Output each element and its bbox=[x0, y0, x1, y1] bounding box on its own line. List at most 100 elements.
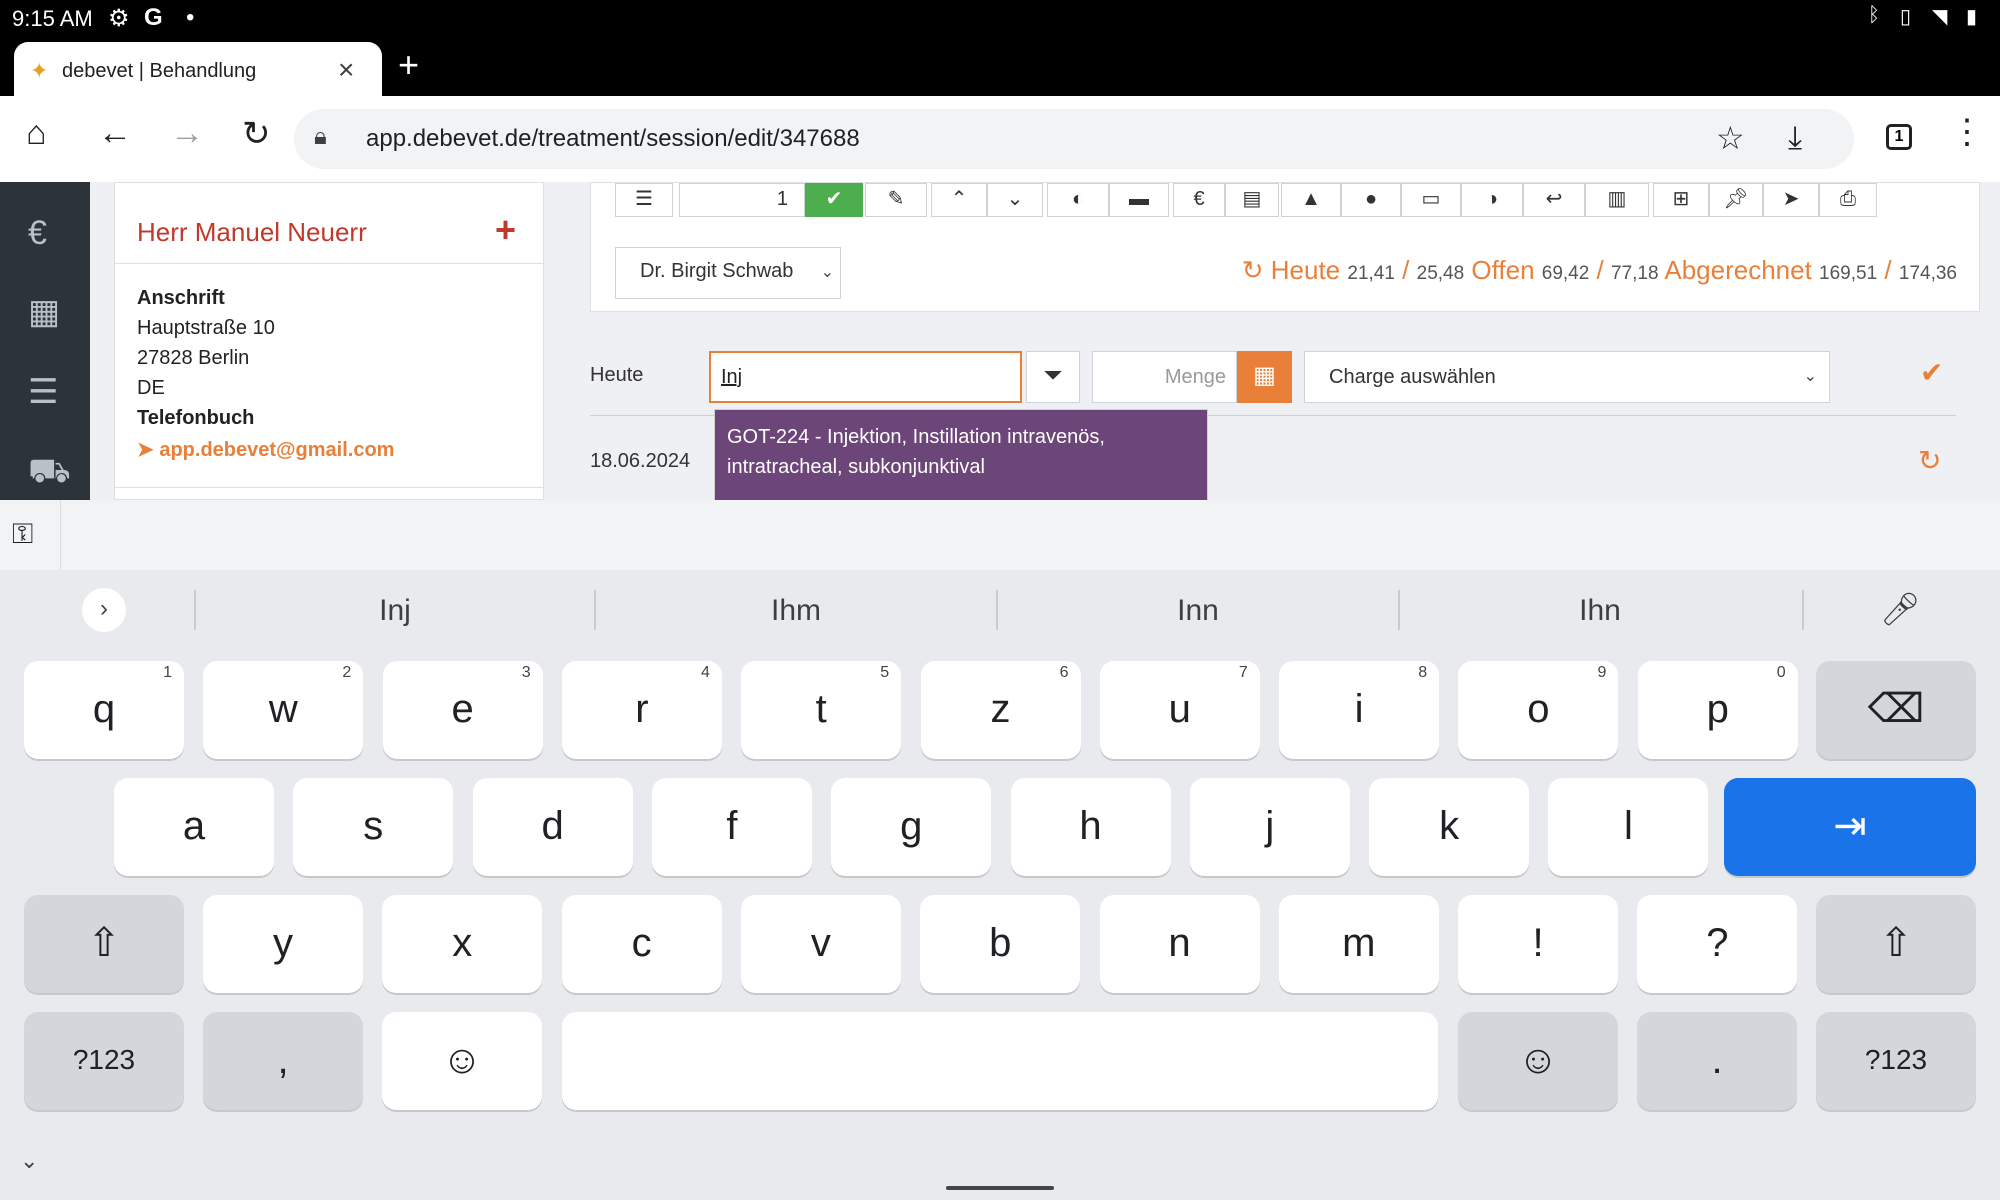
key-g[interactable]: g bbox=[831, 778, 992, 876]
hide-keyboard-icon[interactable]: ⌄ bbox=[20, 1148, 38, 1174]
filter-button[interactable]: ⏷ bbox=[1026, 351, 1080, 403]
key-t[interactable]: t5 bbox=[741, 661, 902, 759]
key-c[interactable]: c bbox=[561, 895, 722, 993]
shift-right-key[interactable]: ⇧ bbox=[1816, 895, 1976, 993]
key-k[interactable]: k bbox=[1369, 778, 1530, 876]
send-button[interactable]: ➤ bbox=[1763, 183, 1819, 217]
charge-select[interactable]: Charge auswählen ⌄ bbox=[1304, 351, 1830, 403]
key-p[interactable]: p0 bbox=[1637, 661, 1798, 759]
suggestion-1[interactable]: Inj bbox=[245, 594, 545, 628]
key-q[interactable]: q1 bbox=[24, 661, 184, 759]
refresh-icon[interactable]: ↻ bbox=[1918, 444, 1941, 477]
navigation-pill[interactable] bbox=[946, 1186, 1054, 1190]
pills-x-button[interactable]: ◑ bbox=[1461, 183, 1523, 217]
vet-select[interactable]: Dr. Birgit Schwab ⌄ bbox=[615, 247, 841, 299]
back-icon[interactable]: ← bbox=[98, 114, 132, 153]
euro-icon[interactable]: € bbox=[28, 214, 47, 253]
send-icon: ➤ bbox=[137, 439, 160, 461]
key-o[interactable]: o9 bbox=[1458, 661, 1619, 759]
key-icon[interactable]: ⚿ bbox=[12, 518, 33, 551]
close-tab-icon[interactable]: × bbox=[338, 54, 354, 86]
new-tab-icon[interactable]: + bbox=[398, 44, 419, 86]
calendar-icon[interactable]: ▦ bbox=[28, 292, 60, 332]
bed-button[interactable]: ▭ bbox=[1401, 183, 1461, 217]
emoji-key-left[interactable]: ☺ bbox=[382, 1012, 542, 1110]
quantity-field[interactable]: 1 bbox=[679, 183, 805, 217]
url-text[interactable]: app.debevet.de/treatment/session/edit/34… bbox=[366, 125, 860, 153]
list-button[interactable]: ☰ bbox=[615, 183, 673, 217]
building-button[interactable]: ▥ bbox=[1585, 183, 1649, 217]
key-v[interactable]: v bbox=[740, 895, 901, 993]
pin-button[interactable]: 📌︎ bbox=[1709, 183, 1763, 217]
key-d[interactable]: d bbox=[472, 778, 633, 876]
app-sidebar: € ▦ ☰ ⛟ bbox=[0, 182, 90, 500]
patient-name[interactable]: Herr Manuel Neuerr bbox=[137, 217, 367, 248]
key-exclamation[interactable]: ! bbox=[1458, 895, 1619, 993]
key-y[interactable]: y bbox=[203, 895, 363, 993]
pills-button[interactable]: ◐ bbox=[1047, 183, 1109, 217]
key-w[interactable]: w2 bbox=[203, 661, 364, 759]
print-button[interactable]: ⎙ bbox=[1819, 183, 1877, 217]
euro-button[interactable]: € bbox=[1173, 183, 1225, 217]
add-box-button[interactable]: ⊞ bbox=[1653, 183, 1709, 217]
backspace-key[interactable]: ⌫ bbox=[1816, 661, 1976, 759]
book-button[interactable]: ▤ bbox=[1225, 183, 1279, 217]
service-search-input[interactable]: Inj bbox=[709, 351, 1022, 403]
emoji-key-right[interactable]: ☺ bbox=[1458, 1012, 1618, 1110]
menu-icon[interactable]: ⋮ bbox=[1950, 112, 1984, 152]
key-h[interactable]: h bbox=[1010, 778, 1171, 876]
key-r[interactable]: r4 bbox=[561, 661, 722, 759]
key-u[interactable]: u7 bbox=[1099, 661, 1260, 759]
key-i[interactable]: i8 bbox=[1279, 661, 1440, 759]
archive-button[interactable]: ▬ bbox=[1109, 183, 1169, 217]
home-icon[interactable]: ⌂ bbox=[26, 114, 47, 153]
tab-key[interactable]: ⇥ bbox=[1724, 778, 1976, 876]
browser-tab[interactable]: ✦ debevet | Behandlung × bbox=[14, 42, 382, 102]
comma-key[interactable]: , bbox=[203, 1012, 363, 1110]
address-bar[interactable]: 🔒︎ app.debevet.de/treatment/session/edit… bbox=[294, 109, 1854, 169]
edit-button[interactable]: ✎ bbox=[865, 183, 927, 217]
refresh-stats-icon[interactable]: ↻ bbox=[1242, 255, 1264, 285]
key-z[interactable]: z6 bbox=[920, 661, 1081, 759]
up-button[interactable]: ⌃ bbox=[931, 183, 987, 217]
expand-suggestions-button[interactable]: › bbox=[82, 588, 126, 632]
autocomplete-item[interactable]: GOT-224 - Injektion, Instillation intrav… bbox=[727, 422, 1195, 482]
suggestion-4[interactable]: Ihn bbox=[1450, 594, 1750, 628]
key-b[interactable]: b bbox=[920, 895, 1081, 993]
menge-input[interactable]: Menge bbox=[1092, 351, 1237, 403]
key-f[interactable]: f bbox=[651, 778, 812, 876]
key-s[interactable]: s bbox=[293, 778, 454, 876]
suggestion-2[interactable]: Ihm bbox=[646, 594, 946, 628]
key-n[interactable]: n bbox=[1099, 895, 1260, 993]
truck-icon[interactable]: ⛟ bbox=[28, 452, 71, 496]
calculator-button[interactable]: ▦ bbox=[1237, 351, 1292, 403]
tab-count-button[interactable]: 1 bbox=[1886, 124, 1912, 150]
reload-icon[interactable]: ↻ bbox=[242, 114, 271, 154]
key-question[interactable]: ? bbox=[1637, 895, 1798, 993]
key-m[interactable]: m bbox=[1278, 895, 1439, 993]
key-a[interactable]: a bbox=[114, 778, 274, 876]
add-icon[interactable]: + bbox=[495, 209, 516, 251]
key-j[interactable]: j bbox=[1189, 778, 1350, 876]
tasks-icon[interactable]: ☰ bbox=[28, 372, 58, 412]
bookmark-star-icon[interactable]: ☆ bbox=[1716, 119, 1745, 157]
down-button[interactable]: ⌄ bbox=[987, 183, 1043, 217]
return-button[interactable]: ↩ bbox=[1523, 183, 1585, 217]
confirm-check-icon[interactable]: ✔ bbox=[1920, 356, 1943, 389]
suggestion-3[interactable]: Inn bbox=[1048, 594, 1348, 628]
symbols-key-right[interactable]: ?123 bbox=[1816, 1012, 1976, 1110]
key-e[interactable]: e3 bbox=[382, 661, 543, 759]
period-key[interactable]: . bbox=[1637, 1012, 1797, 1110]
graduation-button[interactable]: ▲ bbox=[1281, 183, 1341, 217]
user-button[interactable]: ● bbox=[1341, 183, 1401, 217]
key-l[interactable]: l bbox=[1548, 778, 1709, 876]
shift-left-key[interactable]: ⇧ bbox=[24, 895, 184, 993]
check-button[interactable]: ✔ bbox=[805, 183, 863, 217]
microphone-icon[interactable]: 🎤︎ bbox=[1880, 590, 1921, 628]
space-key[interactable] bbox=[562, 1012, 1438, 1110]
key-x[interactable]: x bbox=[382, 895, 543, 993]
email-link[interactable]: ➤ app.debevet@gmail.com bbox=[137, 437, 394, 462]
forward-icon[interactable]: → bbox=[170, 114, 204, 153]
symbols-key-left[interactable]: ?123 bbox=[24, 1012, 184, 1110]
download-icon[interactable]: ⤓ bbox=[1788, 119, 1802, 157]
